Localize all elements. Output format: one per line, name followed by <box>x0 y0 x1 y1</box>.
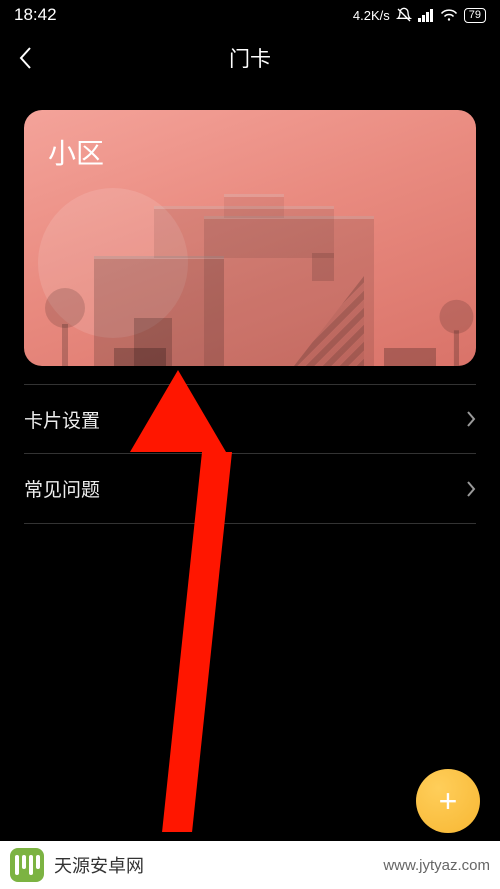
plus-icon: + <box>439 783 458 820</box>
signal-icon <box>418 8 434 22</box>
wifi-icon <box>440 8 458 22</box>
watermark-logo-icon <box>10 848 44 882</box>
back-button[interactable] <box>18 46 32 70</box>
status-time: 18:42 <box>14 5 57 25</box>
watermark-bar: 天源安卓网 www.jytyaz.com <box>0 841 500 889</box>
do-not-disturb-icon <box>396 7 412 23</box>
list-item-card-settings[interactable]: 卡片设置 <box>24 384 476 454</box>
status-speed: 4.2K/s <box>353 8 390 23</box>
settings-list: 卡片设置 常见问题 <box>24 384 476 524</box>
chevron-left-icon <box>18 46 32 70</box>
list-item-label: 常见问题 <box>24 475 100 502</box>
page-title: 门卡 <box>229 43 271 73</box>
header: 门卡 <box>0 30 500 86</box>
list-item-faq[interactable]: 常见问题 <box>24 454 476 524</box>
add-card-button[interactable]: + <box>416 769 480 833</box>
status-right: 4.2K/s 79 <box>353 7 486 23</box>
chevron-right-icon <box>466 480 476 498</box>
status-bar: 18:42 4.2K/s 79 <box>0 0 500 30</box>
watermark-brand: 天源安卓网 <box>54 852 144 878</box>
list-item-label: 卡片设置 <box>24 406 100 433</box>
battery-indicator: 79 <box>464 8 486 23</box>
chevron-right-icon <box>466 410 476 428</box>
card-label: 小区 <box>48 132 104 172</box>
watermark-url: www.jytyaz.com <box>383 857 490 874</box>
door-card[interactable]: 小区 <box>24 110 476 366</box>
